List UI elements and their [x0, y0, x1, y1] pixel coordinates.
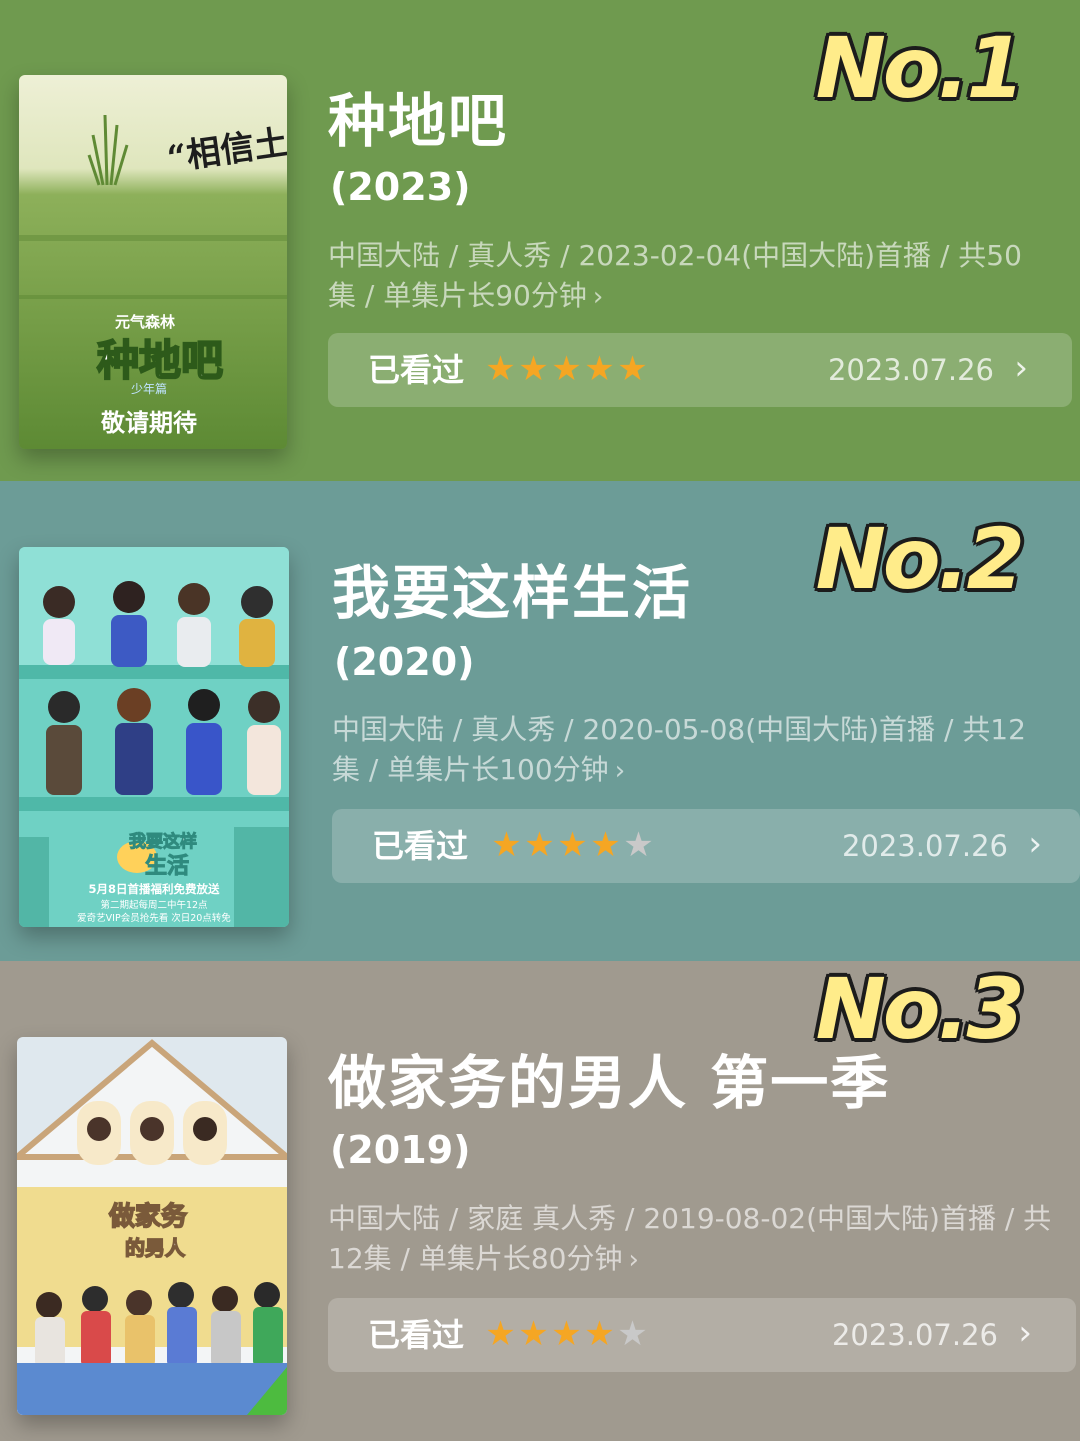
star-filled-icon: ★ [584, 1314, 615, 1354]
poster-line-3: 爱奇艺VIP会员抢先看 次日20点转免 [77, 912, 231, 924]
poster-image[interactable]: 我要这样 生活 5月8日首播福利免费放送 第二期起每周二中午12点 爱奇艺VIP… [19, 547, 289, 927]
show-meta-text: 中国大陆 / 真人秀 / 2020-05-08(中国大陆)首播 / 共12集 /… [332, 713, 1026, 786]
show-meta[interactable]: 中国大陆 / 真人秀 / 2023-02-04(中国大陆)首播 / 共50集 /… [328, 236, 1048, 317]
watched-date: 2023.07.26 [827, 353, 994, 387]
show-meta-text: 中国大陆 / 家庭 真人秀 / 2019-08-02(中国大陆)首播 / 共12… [328, 1202, 1052, 1275]
ranking-item-1[interactable]: No.1 “相信土地的力量” 元气森林 种地吧 少年篇 敬请期待 种地吧 (20… [0, 0, 1080, 481]
star-filled-icon: ★ [518, 349, 549, 389]
star-filled-icon: ★ [491, 825, 522, 865]
poster-image[interactable]: 做家务 的男人 [17, 1037, 287, 1415]
watched-label: 已看过 [372, 827, 469, 865]
star-filled-icon: ★ [584, 349, 615, 389]
poster-subtitle: 少年篇 [131, 381, 167, 396]
chevron-right-icon: › [628, 1245, 639, 1275]
star-rating: ★★★★★ [484, 352, 649, 386]
star-filled-icon: ★ [617, 349, 648, 389]
poster-line-2: 第二期起每周二中午12点 [100, 899, 208, 911]
poster-show-name: 做家务 [108, 1201, 187, 1232]
poster-show-name: 我要这样 [129, 831, 197, 852]
chevron-right-icon: › [1018, 1313, 1032, 1353]
rank-badge: No.2 [815, 510, 1025, 608]
poster-brand: 元气森林 [115, 313, 176, 331]
chevron-right-icon: › [614, 756, 626, 786]
show-year: (2023) [330, 165, 471, 209]
show-meta[interactable]: 中国大陆 / 真人秀 / 2020-05-08(中国大陆)首播 / 共12集 /… [332, 710, 1052, 791]
watched-label: 已看过 [368, 351, 465, 389]
star-empty-icon: ★ [623, 825, 654, 865]
poster-image[interactable]: “相信土地的力量” 元气森林 种地吧 少年篇 敬请期待 [19, 75, 287, 449]
watched-date: 2023.07.26 [841, 829, 1008, 863]
show-meta-text: 中国大陆 / 真人秀 / 2023-02-04(中国大陆)首播 / 共50集 /… [328, 239, 1022, 312]
ranking-item-3[interactable]: No.3 做家务 的男人 做家务的男人 第一季 (2019) 中国大陆 / 家庭… [0, 961, 1080, 1441]
star-filled-icon: ★ [518, 1314, 549, 1354]
star-filled-icon: ★ [524, 825, 555, 865]
watched-bar[interactable]: 已看过 ★★★★★ 2023.07.26 › [332, 809, 1080, 883]
star-rating: ★★★★★ [484, 1317, 649, 1351]
poster-show-name-line2: 生活 [145, 854, 189, 879]
watched-label: 已看过 [368, 1316, 465, 1354]
show-year: (2019) [330, 1128, 471, 1172]
star-filled-icon: ★ [485, 1314, 516, 1354]
poster-line-1: 5月8日首播福利免费放送 [88, 882, 220, 896]
ranking-item-2[interactable]: No.2 我要这样 生活 5月8日首播福利免费放送 第二期起每周二中午12点 爱… [0, 481, 1080, 961]
watched-bar[interactable]: 已看过 ★★★★★ 2023.07.26 › [328, 1298, 1076, 1372]
show-title[interactable]: 我要这样生活 [332, 564, 692, 622]
chevron-right-icon: › [1028, 824, 1042, 864]
show-title[interactable]: 种地吧 [328, 92, 508, 150]
show-year: (2020) [334, 640, 475, 684]
star-filled-icon: ★ [590, 825, 621, 865]
poster-show-name-line2: 的男人 [125, 1236, 186, 1260]
star-filled-icon: ★ [551, 349, 582, 389]
show-title[interactable]: 做家务的男人 第一季 [328, 1054, 890, 1112]
star-filled-icon: ★ [485, 349, 516, 389]
rank-badge: No.1 [815, 19, 1025, 117]
rank-badge: No.3 [815, 961, 1025, 1058]
show-meta[interactable]: 中国大陆 / 家庭 真人秀 / 2019-08-02(中国大陆)首播 / 共12… [328, 1199, 1058, 1280]
poster-tagline: 敬请期待 [100, 409, 197, 437]
poster-show-name: 种地吧 [97, 336, 223, 385]
watched-date: 2023.07.26 [831, 1318, 998, 1352]
star-rating: ★★★★★ [490, 828, 655, 862]
star-empty-icon: ★ [617, 1314, 648, 1354]
watched-bar[interactable]: 已看过 ★★★★★ 2023.07.26 › [328, 333, 1072, 407]
star-filled-icon: ★ [557, 825, 588, 865]
star-filled-icon: ★ [551, 1314, 582, 1354]
chevron-right-icon: › [592, 282, 604, 312]
chevron-right-icon: › [1014, 348, 1028, 388]
